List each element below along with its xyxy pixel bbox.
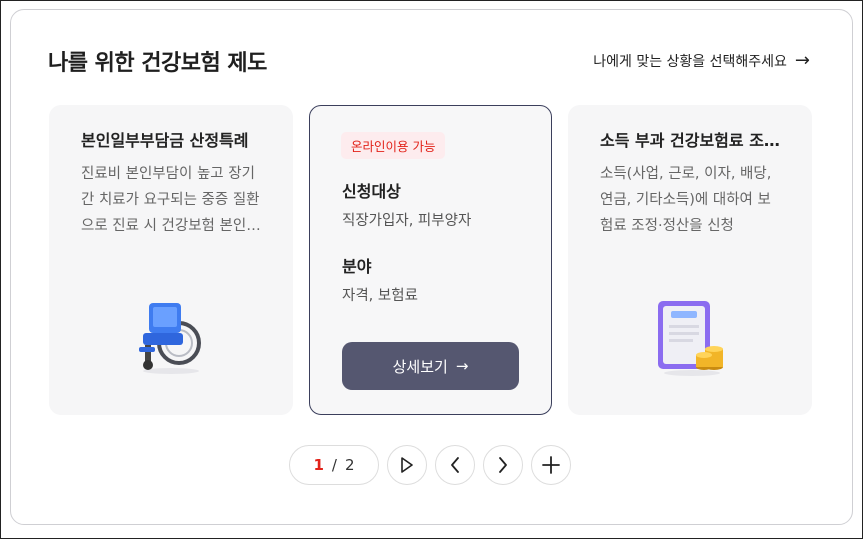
card-description: 소득(사업, 근로, 이자, 배당, 연금, 기타소득)에 대하여 보험료 조정… [600, 166, 772, 234]
card-income-premium[interactable]: 소득 부과 건강보험료 조정·정산 소득(사업, 근로, 이자, 배당, 연금,… [568, 105, 812, 415]
field-label: 분야 [342, 257, 372, 276]
wheelchair-icon [139, 303, 201, 374]
autoplay-button[interactable] [387, 445, 427, 485]
document-coins-icon [658, 301, 723, 376]
target-value: 직장가입자, 피부양자 [342, 213, 472, 229]
arrow-right-icon: → [455, 357, 469, 375]
detail-button[interactable]: 상세보기 → [342, 342, 519, 390]
page-indicator: 1 / 2 [289, 445, 379, 485]
page-title: 나를 위한 건강보험 제도 [48, 51, 267, 76]
card-active-detail[interactable]: 온라인이용 가능 신청대상 직장가입자, 피부양자 분야 자격, 보험료 상세보… [309, 105, 552, 415]
play-icon [401, 457, 413, 473]
card-title: 본인일부부담금 산정특례 [81, 131, 249, 150]
current-page: 1 [313, 456, 324, 474]
total-pages: 2 [344, 456, 355, 474]
card-description: 진료비 본인부담이 높고 장기간 치료가 요구되는 중증 질환으로 진료 시 건… [81, 166, 260, 234]
more-button[interactable] [531, 445, 571, 485]
card-copayment-special[interactable]: 본인일부부담금 산정특례 진료비 본인부담이 높고 장기간 치료가 요구되는 중… [49, 105, 293, 415]
target-label: 신청대상 [342, 182, 401, 201]
page-separator: / [331, 456, 337, 474]
plus-icon [542, 456, 560, 474]
field-value: 자격, 보험료 [342, 288, 418, 304]
card-title: 소득 부과 건강보험료 조정·정산 [600, 131, 780, 150]
detail-button-label: 상세보기 [392, 357, 448, 376]
next-button[interactable] [483, 445, 523, 485]
prev-button[interactable] [435, 445, 475, 485]
select-situation-label: 나에게 맞는 상황을 선택해주세요 [593, 54, 787, 70]
select-situation-link[interactable]: 나에게 맞는 상황을 선택해주세요 → [593, 51, 810, 71]
online-badge: 온라인이용 가능 [341, 132, 446, 159]
chevron-right-icon [499, 457, 507, 473]
chevron-left-icon [451, 457, 459, 473]
arrow-right-icon: → [794, 50, 810, 71]
window-frame: 나를 위한 건강보험 제도 나에게 맞는 상황을 선택해주세요 → 본인일부부담… [0, 0, 863, 539]
